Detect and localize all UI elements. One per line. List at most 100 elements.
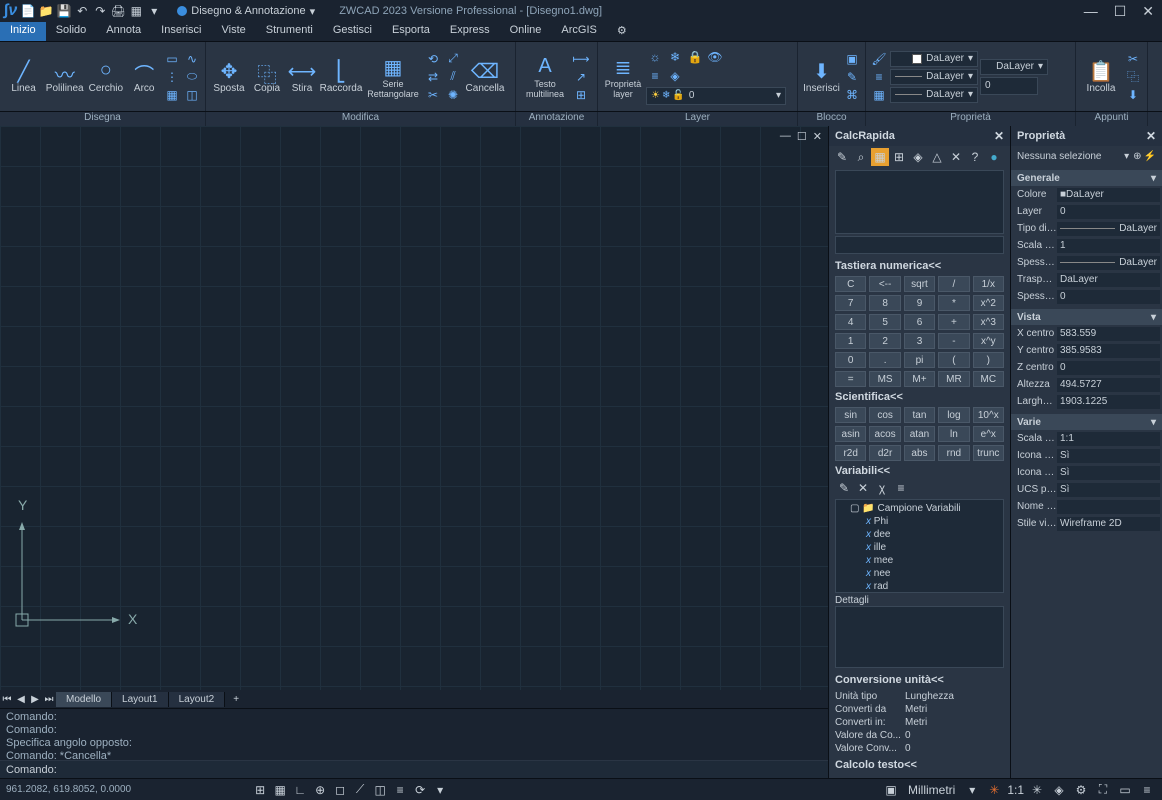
var-tb1-icon[interactable]: ✎ <box>835 479 853 497</box>
calc-tb3-icon[interactable]: ▦ <box>871 148 889 166</box>
prop-layer[interactable]: 0 <box>1057 205 1160 219</box>
conv-unit-type[interactable]: Lunghezza <box>905 691 1004 702</box>
cancella-button[interactable]: ⌫Cancella <box>464 52 506 102</box>
var-nee[interactable]: nee <box>838 567 1001 580</box>
grid-toggle[interactable]: ⊞ <box>251 781 269 799</box>
prop-scala[interactable]: 1 <box>1057 239 1160 253</box>
snap-toggle[interactable]: ▦ <box>271 781 289 799</box>
chevron-down-icon[interactable]: ▾ <box>147 4 161 18</box>
sci-key-abs[interactable]: abs <box>904 445 935 461</box>
copy-clip-icon[interactable]: ⿻ <box>1124 69 1142 85</box>
sci-key-d2r[interactable]: d2r <box>869 445 900 461</box>
calc-key--[interactable]: - <box>938 333 969 349</box>
scale-ann-icon[interactable]: ✳ <box>985 781 1003 799</box>
tab-strumenti[interactable]: Strumenti <box>256 22 323 41</box>
layout-tab-2[interactable]: Layout2 <box>169 692 226 707</box>
calc-key-0[interactable]: 0 <box>835 352 866 368</box>
paste-special-icon[interactable]: ⬇ <box>1124 87 1142 103</box>
calc-key-*[interactable]: * <box>938 295 969 311</box>
tab-esporta[interactable]: Esporta <box>382 22 440 41</box>
calc-key-5[interactable]: 5 <box>869 314 900 330</box>
quick-select-icon[interactable]: ⚡ <box>1144 151 1156 162</box>
tab-online[interactable]: Online <box>500 22 552 41</box>
sci-key-trunc[interactable]: trunc <box>973 445 1004 461</box>
conv-from[interactable]: Metri <box>905 704 1004 715</box>
prev-icon[interactable]: ◀ <box>14 694 28 705</box>
variable-tree[interactable]: ▢ 📁 Campione Variabili Phideeillemeeneer… <box>835 499 1004 593</box>
prop-larg[interactable]: 1903.1225 <box>1057 395 1160 409</box>
close-panel-icon[interactable]: ✕ <box>1146 129 1156 143</box>
var-mee[interactable]: mee <box>838 554 1001 567</box>
offset-icon[interactable]: ⫽ <box>444 69 462 85</box>
linetype-selector[interactable]: DaLayer▾ <box>890 69 978 85</box>
prop-xc[interactable]: 583.559 <box>1057 327 1160 341</box>
sci-key-rnd[interactable]: rnd <box>938 445 969 461</box>
calc-key-+[interactable]: + <box>938 314 969 330</box>
group-vista[interactable]: Vista▾ <box>1011 309 1162 325</box>
pick-icon[interactable]: ⊕ <box>1133 151 1141 162</box>
otrack-toggle[interactable]: ⟋ <box>351 781 369 799</box>
block-attr-icon[interactable]: ⌘ <box>843 87 861 103</box>
trim-icon[interactable]: ✂ <box>424 87 442 103</box>
prop-yc[interactable]: 385.9583 <box>1057 344 1160 358</box>
region-icon[interactable]: ◫ <box>183 87 201 103</box>
units-label[interactable]: Millimetri <box>904 781 959 799</box>
new-icon[interactable]: 📄 <box>21 4 35 18</box>
scale-label[interactable]: 1:1 <box>1007 781 1024 799</box>
save-icon[interactable]: 💾 <box>57 4 71 18</box>
calc-key-C[interactable]: C <box>835 276 866 292</box>
calc-tb8-icon[interactable]: ? <box>966 148 984 166</box>
testo-button[interactable]: ATesto multilinea <box>520 52 570 102</box>
explode-icon[interactable]: ✺ <box>444 87 462 103</box>
linea-button[interactable]: ╱Linea <box>4 52 43 102</box>
calc-tb4-icon[interactable]: ⊞ <box>890 148 908 166</box>
sci-key-log[interactable]: log <box>938 407 969 423</box>
calc-input[interactable] <box>835 236 1004 254</box>
chevron-down-icon[interactable]: ▾ <box>963 781 981 799</box>
calc-key-9[interactable]: 9 <box>904 295 935 311</box>
sci-key-e^x[interactable]: e^x <box>973 426 1004 442</box>
tab-inizio[interactable]: Inizio <box>0 22 46 41</box>
print-icon[interactable]: 🖨 <box>111 4 125 18</box>
calc-key-([interactable]: ( <box>938 352 969 368</box>
prop-ucs3[interactable]: Sì <box>1057 483 1160 497</box>
prop-trasp[interactable]: DaLayer <box>1057 273 1160 287</box>
lwt-toggle[interactable]: ≡ <box>391 781 409 799</box>
calc-key-<--[interactable]: <-- <box>869 276 900 292</box>
calc-key-6[interactable]: 6 <box>904 314 935 330</box>
table-icon[interactable]: ⊞ <box>572 87 590 103</box>
sci-key-r2d[interactable]: r2d <box>835 445 866 461</box>
var-tb3-icon[interactable]: χ <box>873 479 891 497</box>
group-generale[interactable]: Generale▾ <box>1011 170 1162 186</box>
raccorda-button[interactable]: ⎣Raccorda <box>320 52 362 102</box>
group-varie[interactable]: Varie▾ <box>1011 414 1162 430</box>
tab-express[interactable]: Express <box>440 22 500 41</box>
vp-close-icon[interactable]: ✕ <box>811 130 824 143</box>
var-tb2-icon[interactable]: ✕ <box>854 479 872 497</box>
dim-icon[interactable]: ⟼ <box>572 51 590 67</box>
polar-toggle[interactable]: ⊕ <box>311 781 329 799</box>
serie-button[interactable]: ▦Serie Rettangolare <box>364 52 422 102</box>
minimize-icon[interactable]: — <box>1080 3 1102 20</box>
workspace-selector[interactable]: Disegno & Annotazione ▾ <box>171 5 321 18</box>
layout-tab-model[interactable]: Modello <box>56 692 112 707</box>
hw-accel-icon[interactable]: ⚙ <box>1072 781 1090 799</box>
calc-key-4[interactable]: 4 <box>835 314 866 330</box>
layer-state4-icon[interactable]: 👁 <box>706 49 724 65</box>
rotate-icon[interactable]: ⟲ <box>424 51 442 67</box>
tab-gestisci[interactable]: Gestisci <box>323 22 382 41</box>
inserisci-button[interactable]: ⬇Inserisci <box>802 52 841 102</box>
calc-tb9-icon[interactable]: ● <box>985 148 1003 166</box>
tab-viste[interactable]: Viste <box>211 22 255 41</box>
stira-button[interactable]: ⟷Stira <box>286 52 318 102</box>
sposta-button[interactable]: ✥Sposta <box>210 52 248 102</box>
last-icon[interactable]: ⏭ <box>42 694 56 705</box>
textcalc-title[interactable]: Calcolo testo<< <box>829 757 1010 773</box>
tab-inserisci[interactable]: Inserisci <box>151 22 211 41</box>
rect-icon[interactable]: ▭ <box>163 51 181 67</box>
osnap-toggle[interactable]: ◻ <box>331 781 349 799</box>
prop-alt[interactable]: 494.5727 <box>1057 378 1160 392</box>
color-selector[interactable]: DaLayer▾ <box>890 51 978 67</box>
add-layout-icon[interactable]: + <box>225 692 247 707</box>
lineweight-selector[interactable]: DaLayer▾ <box>890 87 978 103</box>
